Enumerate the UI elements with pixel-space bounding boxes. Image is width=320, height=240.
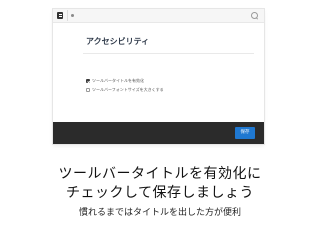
checkbox-unchecked-icon[interactable]	[86, 88, 90, 92]
option-label: ツールバータイトルを有効化	[92, 78, 144, 83]
option-large-toolbar-font[interactable]: ツールバーフォントサイズを大きくする	[86, 87, 164, 92]
caption-line-1: ツールバータイトルを有効化に	[58, 166, 262, 182]
option-label: ツールバーフォントサイズを大きくする	[92, 87, 164, 92]
caption-line-2: チェックして保存しましょう	[65, 185, 255, 201]
save-button[interactable]: 保存	[235, 127, 255, 139]
checkbox-checked-icon[interactable]	[86, 79, 90, 83]
settings-screenshot: アクセシビリティ ツールバータイトルを有効化 ツールバーフォントサイズを大きくす…	[53, 9, 264, 144]
search-icon[interactable]	[251, 12, 258, 19]
caption-subtitle: 慣れるまではタイトルを出した方が便利	[78, 208, 241, 218]
footer-bar: 保存	[53, 122, 264, 144]
option-enable-toolbar-title[interactable]: ツールバータイトルを有効化	[86, 78, 144, 83]
toolbar-divider	[67, 10, 68, 21]
toolbar	[53, 9, 264, 23]
toolbar-dot-icon[interactable]	[71, 14, 74, 17]
app-icon[interactable]	[57, 12, 63, 19]
page-title: アクセシビリティ	[86, 37, 150, 46]
title-divider	[83, 53, 254, 54]
